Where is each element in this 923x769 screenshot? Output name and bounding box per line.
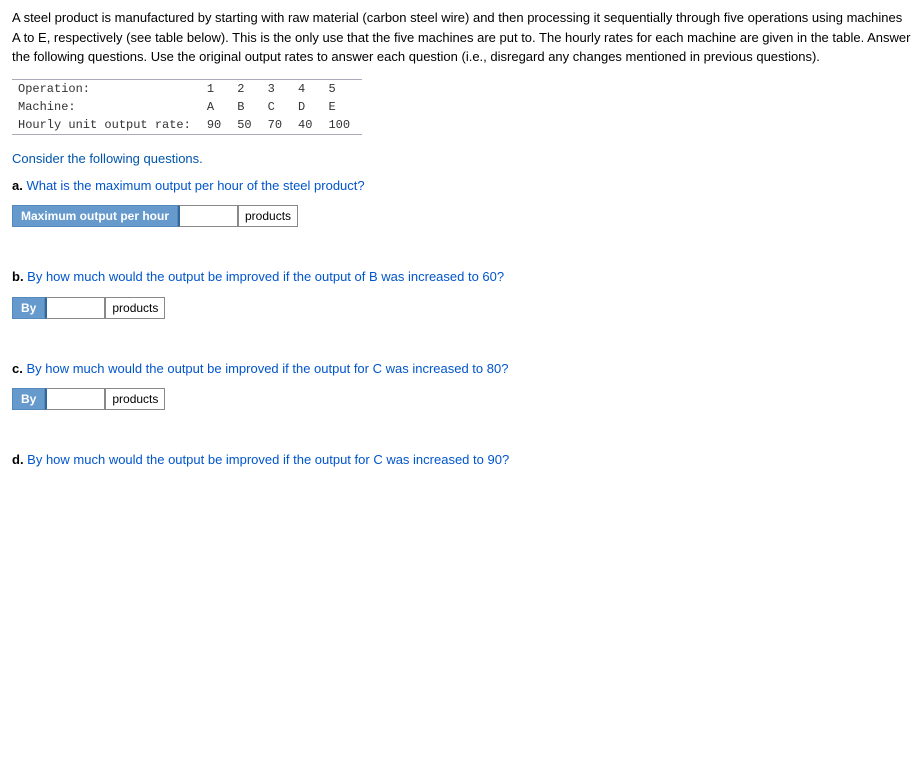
machine-e: E (324, 98, 362, 116)
table-row-machine: Machine: A B C D E (12, 98, 362, 116)
question-d-label: d. (12, 452, 24, 467)
op-5: 5 (324, 79, 362, 98)
operation-label: Operation: (12, 79, 203, 98)
operations-table: Operation: 1 2 3 4 5 Machine: A B C D E … (12, 79, 362, 135)
question-c-body: By how much would the output be improved… (23, 361, 509, 376)
answer-a-row: Maximum output per hour products (12, 205, 911, 227)
op-4: 4 (294, 79, 324, 98)
by-input-c[interactable] (45, 388, 105, 410)
rate-4: 40 (294, 116, 324, 135)
by-label-b: By (12, 297, 45, 319)
answer-b-row: By products (12, 297, 911, 319)
question-c-label: c. (12, 361, 23, 376)
question-b-text: b. By how much would the output be impro… (12, 267, 911, 287)
table-row-rate: Hourly unit output rate: 90 50 70 40 100 (12, 116, 362, 135)
machine-a: A (203, 98, 233, 116)
products-label-c: products (105, 388, 165, 410)
question-a-label: a. (12, 178, 23, 193)
question-c-section: c. By how much would the output be impro… (12, 359, 911, 411)
question-a-section: a. What is the maximum output per hour o… (12, 176, 911, 228)
by-label-c: By (12, 388, 45, 410)
question-b-section: b. By how much would the output be impro… (12, 267, 911, 319)
machine-c: C (264, 98, 294, 116)
rate-label: Hourly unit output rate: (12, 116, 203, 135)
question-a-body: What is the maximum output per hour of t… (23, 178, 365, 193)
consider-text: Consider the following questions. (12, 151, 911, 166)
machine-label: Machine: (12, 98, 203, 116)
question-d-text: d. By how much would the output be impro… (12, 450, 911, 470)
machine-d: D (294, 98, 324, 116)
question-b-body: By how much would the output be improved… (24, 269, 505, 284)
machine-b: B (233, 98, 263, 116)
op-2: 2 (233, 79, 263, 98)
question-d-section: d. By how much would the output be impro… (12, 450, 911, 470)
question-c-text: c. By how much would the output be impro… (12, 359, 911, 379)
products-label-b: products (105, 297, 165, 319)
question-d-body: By how much would the output be improved… (24, 452, 510, 467)
rate-5: 100 (324, 116, 362, 135)
max-output-label: Maximum output per hour (12, 205, 178, 227)
rate-2: 50 (233, 116, 263, 135)
op-3: 3 (264, 79, 294, 98)
question-a-text: a. What is the maximum output per hour o… (12, 176, 911, 196)
max-output-input[interactable] (178, 205, 238, 227)
table-row-operation: Operation: 1 2 3 4 5 (12, 79, 362, 98)
rate-3: 70 (264, 116, 294, 135)
products-label-a: products (238, 205, 298, 227)
op-1: 1 (203, 79, 233, 98)
question-b-label: b. (12, 269, 24, 284)
by-input-b[interactable] (45, 297, 105, 319)
intro-paragraph: A steel product is manufactured by start… (12, 8, 911, 67)
rate-1: 90 (203, 116, 233, 135)
answer-c-row: By products (12, 388, 911, 410)
